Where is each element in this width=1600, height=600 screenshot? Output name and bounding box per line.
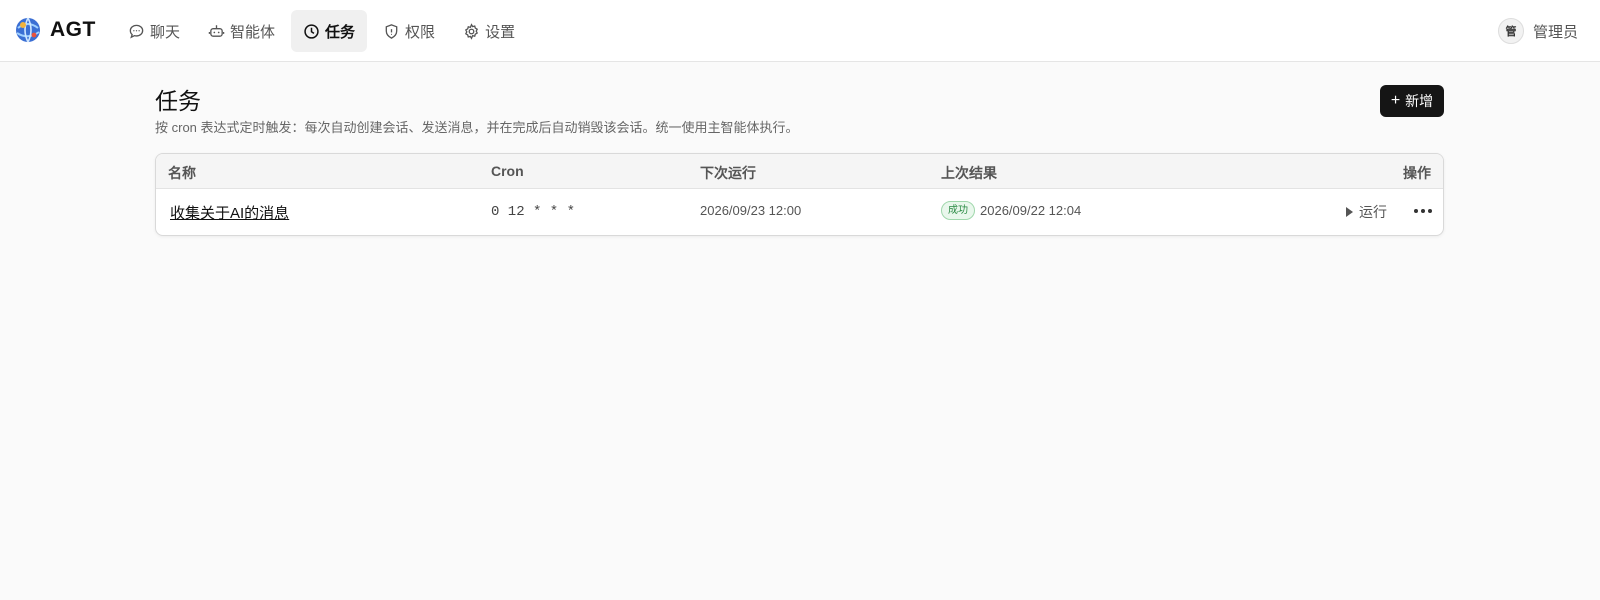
main-nav: 聊天 智能体 任务 权限 设置 <box>116 10 527 52</box>
nav-item-agents[interactable]: 智能体 <box>196 10 287 52</box>
clock-icon <box>304 23 319 39</box>
nav-item-label: 设置 <box>485 23 516 41</box>
column-header-name: 名称 <box>168 165 196 181</box>
nav-item-label: 任务 <box>325 23 356 41</box>
more-dot-icon <box>1414 209 1418 213</box>
run-task-button[interactable]: 运行 <box>1346 202 1387 222</box>
page-title: 任务 <box>155 88 201 114</box>
nav-item-permissions[interactable]: 权限 <box>371 10 447 52</box>
task-name-link[interactable]: 收集关于AI的消息 <box>170 202 289 223</box>
tasks-table: 名称 Cron 下次运行 上次结果 操作 收集关于AI的消息 0 12 * * … <box>155 153 1444 236</box>
add-task-button-label: 新增 <box>1405 93 1434 109</box>
column-header-last-result: 上次结果 <box>941 165 997 181</box>
table-row: 收集关于AI的消息 0 12 * * * 2026/09/23 12:00 成功… <box>156 189 1443 235</box>
add-task-button[interactable]: + 新增 <box>1380 85 1444 117</box>
app-name: AGT <box>50 18 96 41</box>
plus-icon: + <box>1390 92 1401 109</box>
more-actions-button[interactable] <box>1411 199 1435 223</box>
globe-logo-icon <box>16 17 40 43</box>
nav-item-chat[interactable]: 聊天 <box>116 10 192 52</box>
table-header: 名称 Cron 下次运行 上次结果 操作 <box>156 154 1443 189</box>
play-icon <box>1346 207 1353 217</box>
robot-icon <box>208 24 225 37</box>
avatar: 管 <box>1497 18 1524 44</box>
user-menu[interactable]: 管 管理员 <box>1497 18 1578 44</box>
nav-item-label: 聊天 <box>150 23 181 41</box>
task-cron-expression: 0 12 * * * <box>491 204 576 220</box>
column-header-actions: 操作 <box>1403 165 1431 181</box>
top-navigation-bar: AGT 聊天 智能体 任务 权限 设置 管 管理员 <box>0 0 1600 62</box>
run-task-button-label: 运行 <box>1359 204 1387 220</box>
status-badge: 成功 <box>941 201 975 220</box>
page-description: 按 cron 表达式定时触发：每次自动创建会话、发送消息，并在完成后自动销毁该会… <box>155 120 799 135</box>
task-next-run: 2026/09/23 12:00 <box>700 203 802 218</box>
nav-item-label: 权限 <box>405 23 436 41</box>
app-logo[interactable]: AGT <box>14 16 96 44</box>
shield-icon <box>385 23 398 39</box>
more-dot-icon <box>1428 209 1432 213</box>
column-header-next-run: 下次运行 <box>700 165 756 181</box>
more-dot-icon <box>1421 209 1425 213</box>
column-header-cron: Cron <box>491 163 524 179</box>
user-name: 管理员 <box>1532 23 1578 41</box>
task-last-run-time: 2026/09/22 12:04 <box>980 203 1082 218</box>
chat-bubble-icon <box>129 24 144 38</box>
gear-icon <box>465 22 479 40</box>
nav-item-tasks[interactable]: 任务 <box>291 10 368 52</box>
nav-item-settings[interactable]: 设置 <box>451 10 527 52</box>
task-last-result: 成功 2026/09/22 12:04 <box>941 201 1081 220</box>
nav-item-label: 智能体 <box>230 23 276 41</box>
